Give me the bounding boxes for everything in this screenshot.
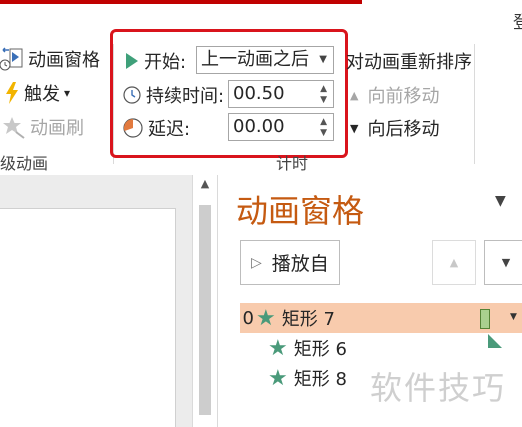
- delay-value: 00.00: [233, 116, 285, 137]
- start-select[interactable]: 上一动画之后 ▼: [196, 46, 334, 74]
- trigger-label: 触发: [24, 84, 60, 105]
- animation-painter-label: 动画刷: [30, 118, 84, 139]
- duration-label: 持续时间:: [146, 86, 225, 107]
- arrow-down-icon: ▼: [501, 256, 511, 269]
- delay-label: 延迟:: [148, 119, 191, 140]
- ribbon-tab-partial[interactable]: 登: [513, 8, 522, 33]
- arrow-down-icon: ▼: [350, 121, 359, 135]
- vertical-scrollbar[interactable]: ▲: [192, 175, 218, 427]
- ribbon: 登 动画窗格 触发 ▾ 动画刷 级动画 开始: 上一动画之后 ▼ 持续时间: 0…: [0, 0, 522, 174]
- scroll-thumb[interactable]: [199, 205, 211, 415]
- animation-pane-label: 动画窗格: [28, 50, 100, 71]
- animation-pane-icon: [0, 46, 24, 72]
- advanced-animation-group-label: 级动画: [0, 154, 49, 173]
- item-order-number: 0: [242, 307, 254, 329]
- watermark: 软件技巧: [370, 369, 507, 407]
- spin-down-icon[interactable]: ▼: [320, 128, 327, 138]
- animation-painter-button[interactable]: 动画刷: [2, 114, 84, 140]
- start-label-row: 开始:: [124, 48, 186, 74]
- duration-spinner[interactable]: 00.50 ▲ ▼: [228, 80, 334, 108]
- animation-pane-button[interactable]: 动画窗格: [0, 46, 100, 72]
- duration-label-row: 持续时间:: [122, 82, 224, 108]
- play-icon: ▷: [251, 254, 262, 271]
- arrow-up-icon: ▲: [449, 256, 459, 269]
- play-start-icon: [124, 51, 140, 71]
- item-name: 矩形 6: [293, 339, 347, 360]
- animation-list-item[interactable]: ★ 矩形 6: [240, 333, 522, 363]
- pane-title: 动画窗格: [236, 192, 365, 230]
- star-effect-icon: ★: [256, 305, 276, 331]
- timeline-bar[interactable]: [480, 309, 490, 329]
- move-later-button[interactable]: ▼ 向后移动: [350, 115, 439, 141]
- delay-spinner[interactable]: 00.00 ▲ ▼: [228, 113, 334, 141]
- move-later-label: 向后移动: [367, 119, 440, 140]
- star-effect-icon: ★: [268, 335, 288, 361]
- play-from-label: 播放自: [271, 253, 329, 275]
- item-name: 矩形 7: [281, 309, 335, 330]
- chevron-down-icon: ▾: [64, 86, 71, 100]
- mouse-cursor: [488, 334, 502, 348]
- spin-down-icon[interactable]: ▼: [320, 95, 327, 105]
- animation-painter-icon: [2, 115, 26, 139]
- timing-group-label: 计时: [276, 154, 309, 173]
- spin-up-icon[interactable]: ▲: [320, 117, 327, 127]
- start-select-value: 上一动画之后: [201, 49, 309, 70]
- delay-label-row: 延迟:: [122, 115, 190, 141]
- delay-icon: [122, 117, 144, 139]
- star-effect-icon: ★: [268, 365, 288, 391]
- reorder-title: 对动画重新排序: [346, 52, 472, 73]
- move-down-button[interactable]: ▼: [484, 240, 522, 285]
- chevron-down-icon[interactable]: ▼: [510, 312, 517, 322]
- pane-options-icon[interactable]: ▼: [495, 193, 506, 209]
- duration-value: 00.50: [233, 83, 285, 104]
- animation-list-item[interactable]: 0 ★ 矩形 7 ▼: [240, 303, 522, 333]
- start-label: 开始:: [144, 52, 187, 73]
- lightning-icon: [4, 81, 20, 105]
- arrow-up-icon: ▲: [350, 88, 359, 102]
- clock-icon: [122, 85, 142, 105]
- chevron-down-icon: ▼: [319, 54, 327, 65]
- trigger-button[interactable]: 触发 ▾: [4, 80, 70, 106]
- item-name: 矩形 8: [293, 369, 347, 390]
- move-up-button[interactable]: ▲: [432, 240, 476, 285]
- move-earlier-button[interactable]: ▲ 向前移动: [350, 82, 439, 108]
- scroll-up-icon[interactable]: ▲: [193, 177, 217, 197]
- tab-highlight-bar: [0, 0, 362, 4]
- move-earlier-label: 向前移动: [367, 86, 440, 107]
- group-divider: [474, 44, 475, 164]
- spin-up-icon[interactable]: ▲: [320, 84, 327, 94]
- slide-canvas[interactable]: [0, 208, 176, 427]
- play-from-button[interactable]: ▷ 播放自: [240, 240, 340, 285]
